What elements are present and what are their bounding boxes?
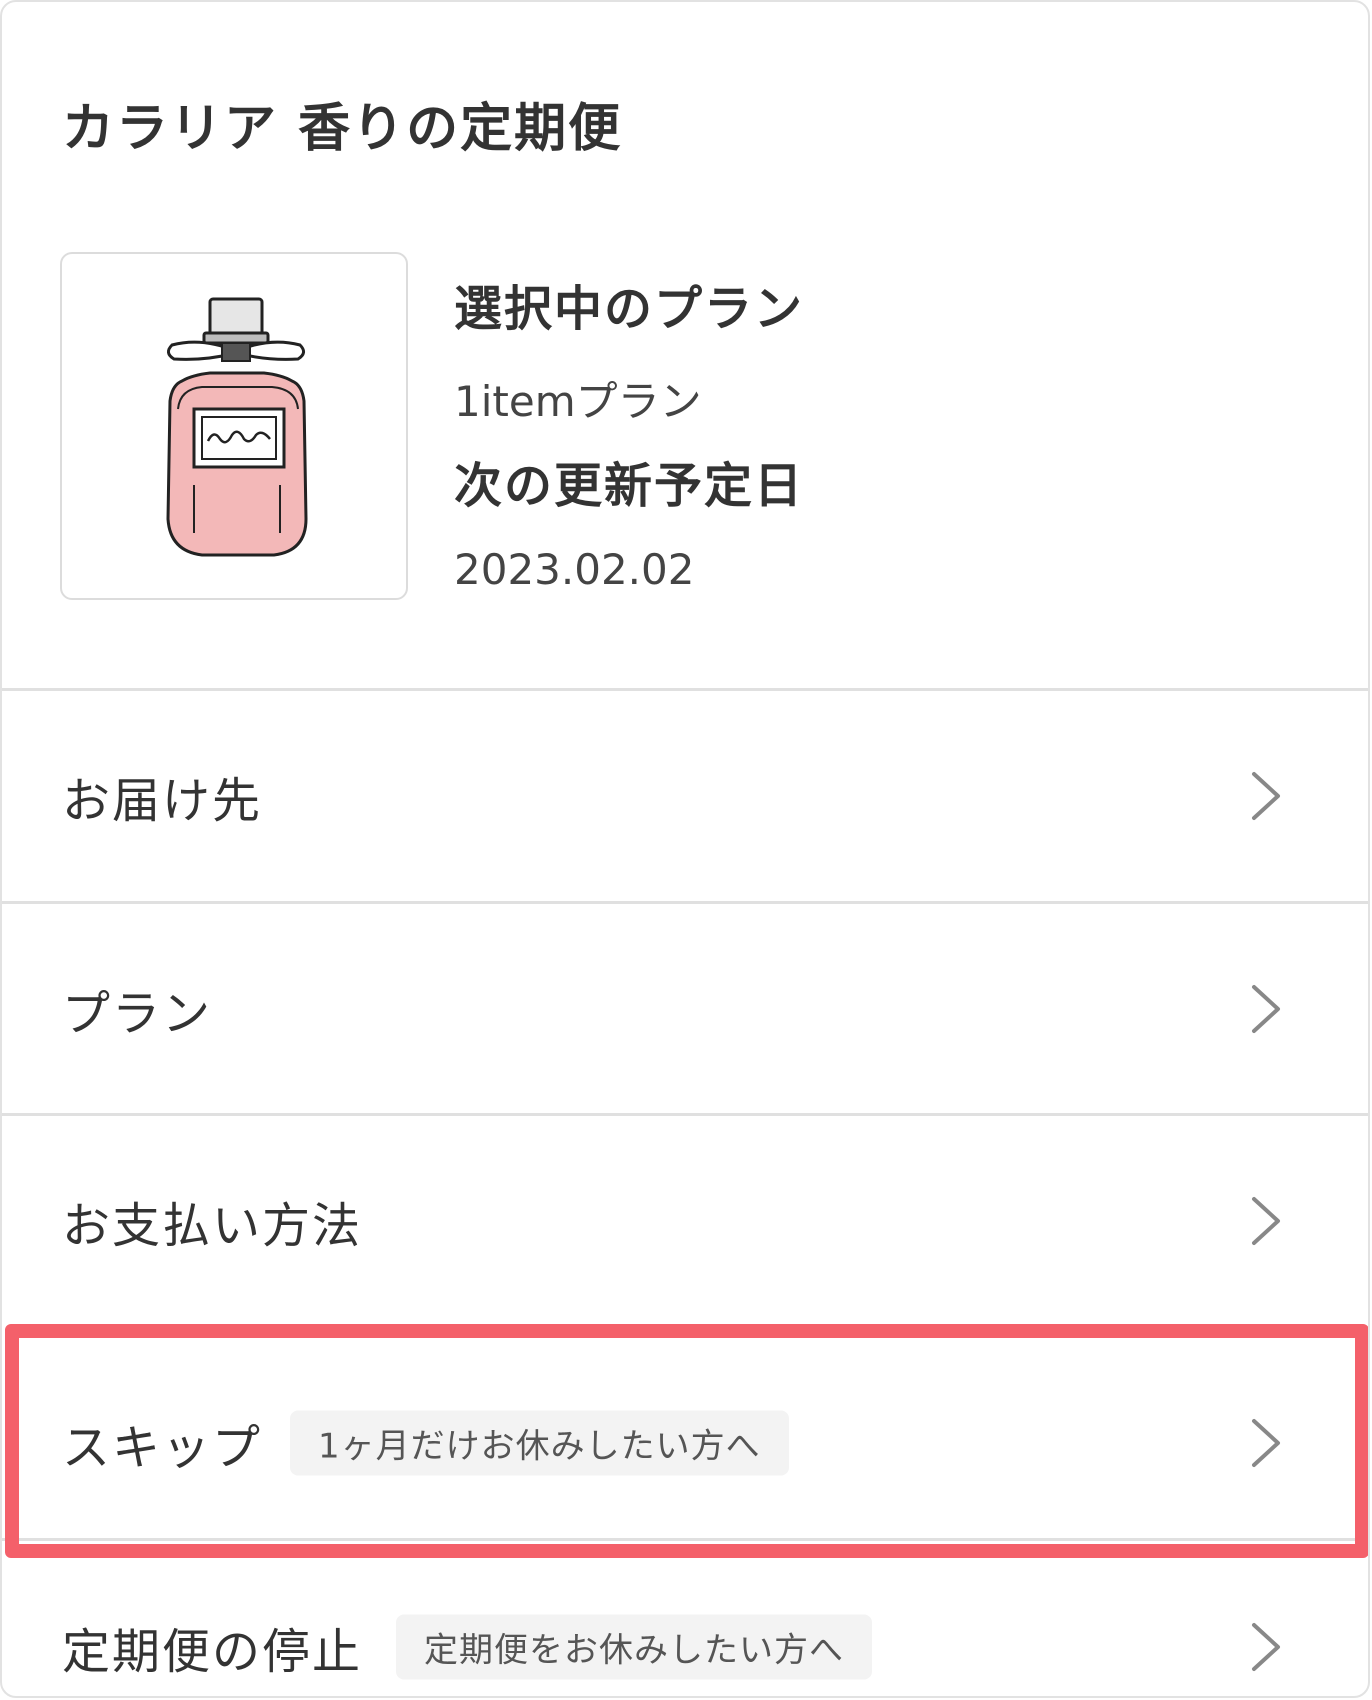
plan-label: 選択中のプラン xyxy=(454,281,805,337)
menu-item-label: お届け先 xyxy=(62,773,263,829)
product-thumbnail xyxy=(60,252,408,600)
chevron-right-icon xyxy=(1252,985,1280,1033)
page-title: カラリア 香りの定期便 xyxy=(62,99,623,159)
menu-item-label: お支払い方法 xyxy=(62,1198,363,1254)
menu-item-label: スキップ xyxy=(62,1420,263,1476)
chevron-right-icon xyxy=(1252,1623,1280,1671)
menu-item-payment-method[interactable]: お支払い方法 xyxy=(2,1116,1368,1326)
menu-item-skip[interactable]: スキップ 1ヶ月だけお休みしたい方へ xyxy=(2,1338,1368,1548)
current-subscription: 選択中のプラン 1itemプラン 次の更新予定日 2023.02.02 xyxy=(2,252,1368,602)
perfume-bottle-icon xyxy=(166,297,308,557)
next-date-value: 2023.02.02 xyxy=(454,545,695,594)
chevron-right-icon xyxy=(1252,1419,1280,1467)
menu-item-stop-subscription[interactable]: 定期便の停止 定期便をお休みしたい方へ xyxy=(2,1542,1368,1696)
chevron-right-icon xyxy=(1252,772,1280,820)
chevron-right-icon xyxy=(1252,1197,1280,1245)
skip-note-badge: 1ヶ月だけお休みしたい方へ xyxy=(290,1410,789,1476)
menu-item-label: プラン xyxy=(62,986,213,1042)
subscription-card: カラリア 香りの定期便 選択中のプラン 1itemプラン 次の更新予定日 202… xyxy=(0,0,1370,1698)
stop-note-badge: 定期便をお休みしたい方へ xyxy=(396,1614,872,1680)
menu-item-delivery-address[interactable]: お届け先 xyxy=(2,691,1368,901)
menu-item-plan[interactable]: プラン xyxy=(2,904,1368,1114)
next-date-label: 次の更新予定日 xyxy=(454,458,805,514)
divider xyxy=(2,1538,1368,1541)
plan-value: 1itemプラン xyxy=(454,377,702,426)
menu-item-label: 定期便の停止 xyxy=(62,1624,363,1680)
